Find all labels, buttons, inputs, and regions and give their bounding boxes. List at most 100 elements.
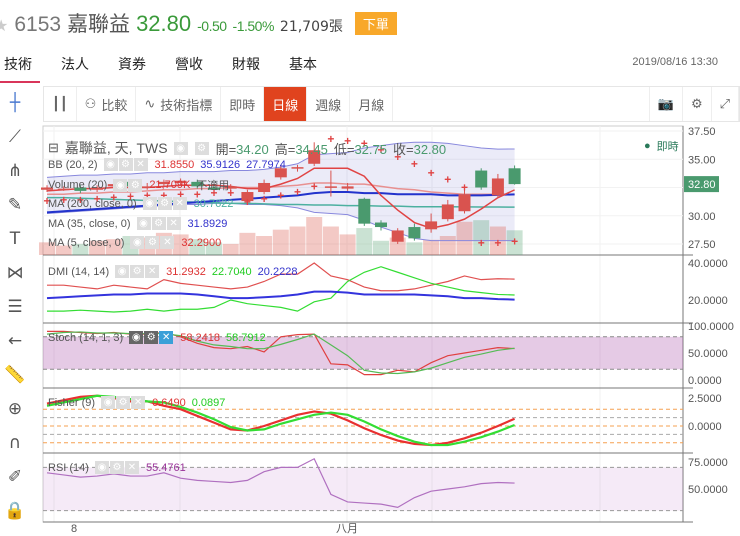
candle-body: [441, 204, 454, 220]
sar-point: +: [277, 188, 284, 202]
low-value: 32.75: [354, 141, 387, 157]
remove-icon[interactable]: ✕: [131, 396, 146, 409]
volume-bar: [423, 239, 440, 255]
remove-icon[interactable]: ✕: [160, 236, 175, 249]
remove-icon[interactable]: ✕: [145, 265, 160, 278]
price-tick-label: 27.50: [688, 239, 716, 251]
volume-bar: [306, 217, 323, 255]
adx-line: [46, 290, 515, 301]
candle-body: [491, 178, 504, 196]
series-title: 嘉聯益, 天, TWS: [64, 140, 168, 156]
candle-body: [375, 222, 387, 228]
dmi-tick-label: 40.0000: [688, 258, 728, 270]
remove-icon[interactable]: ✕: [172, 197, 187, 210]
visibility-icon[interactable]: ◉: [115, 265, 130, 278]
volume-bar: [456, 221, 473, 255]
stoch-k-value: 58.2418: [180, 331, 220, 344]
visibility-icon[interactable]: ◉: [130, 236, 145, 249]
volume-bar: [239, 232, 256, 255]
volume-legend: Volume (20) ◉ ⚙ 21,709K 不適用: [48, 177, 229, 193]
visibility-icon[interactable]: ◉: [142, 197, 157, 210]
remove-icon[interactable]: ✕: [159, 331, 174, 344]
sar-point: +: [478, 236, 485, 250]
dmi-plus-value: 31.2932: [166, 265, 206, 278]
fisher-tick-label: 2.5000: [688, 393, 722, 405]
stoch-tick-label: 0.0000: [688, 375, 722, 387]
price-tick-label: 35.00: [688, 154, 716, 166]
settings-icon[interactable]: ⚙: [145, 236, 160, 249]
visibility-icon[interactable]: ◉: [129, 331, 144, 344]
volume-bar: [339, 234, 356, 255]
settings-icon[interactable]: ⚙: [116, 396, 131, 409]
settings-icon[interactable]: ⚙: [109, 461, 124, 474]
candle-body: [391, 230, 404, 242]
close-label: 收=: [393, 141, 414, 157]
main-legend: ⊟ 嘉聯益, 天, TWS ◉ ⚙ 開=34.20 高=34.45 低=32.75 …: [48, 138, 446, 158]
price-tick-label: 30.00: [688, 211, 716, 223]
visibility-icon[interactable]: ◉: [103, 158, 118, 171]
remove-icon[interactable]: ✕: [166, 217, 181, 230]
low-label: 低=: [333, 141, 355, 157]
x-tick-label: 8: [71, 523, 77, 535]
settings-icon[interactable]: ⚙: [144, 331, 159, 344]
visibility-icon[interactable]: ◉: [94, 461, 109, 474]
live-label: 即時: [656, 141, 679, 153]
rsi-label: RSI (14): [48, 461, 89, 474]
candle-body: [258, 182, 271, 193]
collapse-icon[interactable]: ⊟: [48, 140, 59, 156]
remove-icon[interactable]: ✕: [124, 461, 139, 474]
ma5-legend: MA (5, close, 0) ◉ ⚙ ✕ 32.2900: [48, 236, 221, 249]
fisher-trigger-value: 0.0897: [191, 396, 226, 409]
candle-body: [458, 194, 471, 212]
stoch-tick-label: 100.0000: [688, 321, 734, 333]
rsi-tick-label: 50.0000: [688, 484, 728, 496]
ma35-value: 31.8929: [187, 217, 228, 230]
fisher-legend: Fisher (9) ◉ ⚙ ✕ 0.6490 0.0897: [48, 396, 225, 409]
sar-point: +: [511, 235, 518, 249]
bb-mid-value: 31.8550: [154, 158, 195, 171]
dmi-tick-label: 20.0000: [688, 295, 728, 307]
settings-icon[interactable]: ⚙: [194, 141, 209, 155]
volume-bar: [439, 236, 456, 255]
sar-point: +: [261, 192, 268, 206]
settings-icon[interactable]: ⚙: [118, 158, 133, 171]
visibility-icon[interactable]: ◉: [101, 396, 116, 409]
volume-bar: [289, 226, 306, 255]
volume-bar: [356, 228, 373, 255]
candle-body: [291, 167, 304, 169]
ma5-label: MA (5, close, 0): [48, 236, 125, 249]
ma200-value: 30.7622: [193, 197, 234, 210]
ma200-label: MA (200, close, 0): [48, 197, 137, 210]
volume-ma-value: 不適用: [196, 180, 230, 192]
volume-bar: [373, 240, 389, 255]
visibility-icon[interactable]: ◉: [173, 141, 188, 155]
dmi-label: DMI (14, 14): [48, 265, 110, 278]
volume-bar: [272, 229, 289, 255]
rsi-value: 55.4761: [145, 461, 186, 474]
remove-icon[interactable]: ✕: [133, 158, 148, 171]
live-indicator: ● 即時: [644, 140, 679, 153]
bb-upper-value: 35.9126: [200, 158, 241, 171]
close-value: 32.80: [413, 141, 447, 157]
volume-bar: [256, 236, 273, 255]
fisher-tick-label: 0.0000: [688, 421, 722, 433]
fisher-label: Fisher (9): [48, 396, 96, 409]
visibility-icon[interactable]: ◉: [113, 178, 128, 192]
volume-bar: [222, 243, 239, 255]
sar-point: +: [411, 157, 418, 171]
bb-lower-value: 27.7974: [246, 158, 286, 171]
open-label: 開=: [215, 141, 237, 157]
rsi-tick-label: 75.0000: [688, 457, 728, 469]
candle-body: [324, 186, 337, 188]
sar-point: +: [428, 166, 435, 180]
settings-icon[interactable]: ⚙: [128, 178, 143, 192]
bb-legend: BB (20, 2) ◉ ⚙ ✕ 31.8550 35.9126 27.7974: [48, 158, 286, 171]
volume-label: Volume (20): [48, 179, 108, 191]
ma200-legend: MA (200, close, 0) ◉ ⚙ ✕ 30.7622: [48, 197, 233, 210]
settings-icon[interactable]: ⚙: [151, 217, 166, 230]
visibility-icon[interactable]: ◉: [136, 217, 151, 230]
settings-icon[interactable]: ⚙: [130, 265, 145, 278]
settings-icon[interactable]: ⚙: [157, 197, 172, 210]
stoch-legend: Stoch (14, 1, 3) ◉ ⚙ ✕ 58.2418 58.7912: [48, 331, 266, 344]
rsi-legend: RSI (14) ◉ ⚙ ✕ 55.4761: [48, 461, 186, 474]
